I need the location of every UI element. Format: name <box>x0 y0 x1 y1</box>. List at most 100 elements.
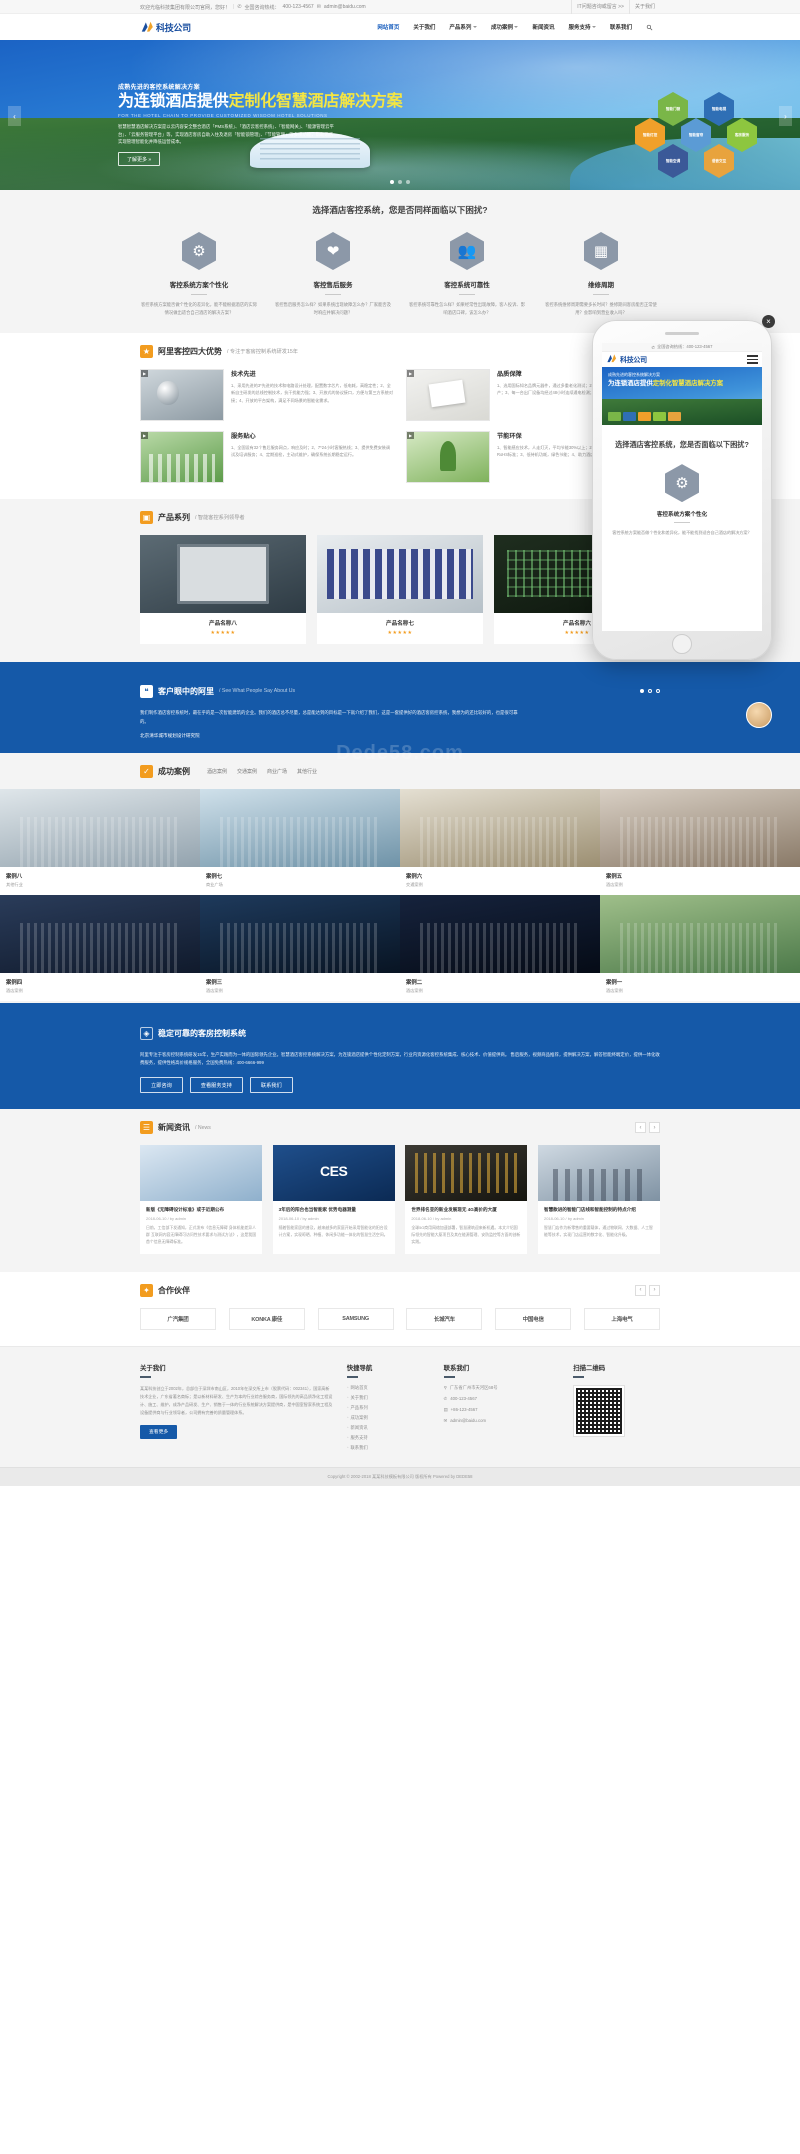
close-icon[interactable]: × <box>762 315 775 328</box>
case-title: 案例八 <box>6 873 23 880</box>
case-card[interactable]: 案例二 酒店案例 <box>400 894 600 1001</box>
hero-dot[interactable] <box>398 180 402 184</box>
news-card[interactable]: 新版《无障碍设计标准》或于近期公布 2018-06-10 / by admin … <box>140 1145 262 1254</box>
news-card[interactable]: 3年后的阳台也当智能家 优势电器测量 2018-06-10 / by admin… <box>272 1145 395 1254</box>
gears-icon: ⚙ <box>665 464 699 503</box>
case-card[interactable]: 案例七 商业广场 <box>200 788 400 895</box>
hero-dot[interactable] <box>406 180 410 184</box>
hero-cta-button[interactable]: 了解更多 » <box>118 152 161 167</box>
footer-nav-item[interactable]: ◦ 网站首页 <box>347 1385 430 1391</box>
play-badge[interactable]: ▶ <box>407 431 415 439</box>
nav-item-home[interactable]: 网站首页 <box>370 23 406 31</box>
news-card[interactable]: 世界排名亚的新业发展现无 4G高价的大厦 2018-06-10 / by adm… <box>405 1145 528 1254</box>
news-next-button[interactable]: › <box>649 1122 660 1134</box>
advantage-desc: 1、采用先进的3*先进的技术和电路设计处理，配置数字芯片，低电耗，高稳定性；2、… <box>231 382 393 403</box>
footer-fax: +86-123-4567 <box>450 1407 478 1413</box>
case-tab-other[interactable]: 其他行业 <box>297 768 317 775</box>
case-card[interactable]: 案例三 酒店案例 <box>200 894 400 1001</box>
nav-item-about[interactable]: 关于我们 <box>406 23 442 31</box>
case-card[interactable]: 案例五 酒店案例 <box>600 788 800 895</box>
news-date: 2018-06-10 / by admin <box>411 1216 452 1222</box>
phone-home-button[interactable] <box>672 634 692 654</box>
testimonial-dot[interactable] <box>648 689 652 694</box>
hex-tile[interactable]: 客房服务 <box>727 118 757 152</box>
testimonial-dot[interactable] <box>640 689 644 694</box>
cta-support-button[interactable]: 查看服务支持 <box>189 1077 243 1094</box>
hero-banner: 成熟先进的客控系统解决方案 为连锁酒店提供定制化智慧酒店解决方案 FOR THE… <box>0 40 800 190</box>
search-icon[interactable] <box>639 24 660 31</box>
partner-logo[interactable]: 长城汽车 <box>406 1307 483 1330</box>
play-badge[interactable]: ▶ <box>141 369 149 377</box>
bullet-icon: ◦ <box>346 1424 349 1431</box>
case-card[interactable]: 案例一 酒店案例 <box>600 894 800 1001</box>
case-tab-mall[interactable]: 商业广场 <box>267 768 287 775</box>
nav-label: 成功案例 <box>490 25 513 31</box>
hex-tile[interactable]: 智能门锁 <box>658 92 688 126</box>
play-badge[interactable]: ▶ <box>141 431 149 439</box>
play-badge[interactable]: ▶ <box>407 369 415 377</box>
hex-tile[interactable]: 智能灯控 <box>635 118 665 152</box>
topbar-divider: | <box>233 4 235 10</box>
nav-item-news[interactable]: 新闻资讯 <box>525 23 561 31</box>
footer-nav-item[interactable]: ◦ 成功案例 <box>347 1415 430 1421</box>
divider <box>593 294 609 295</box>
phone-tile <box>608 412 621 421</box>
case-category: 其他行业 <box>6 881 23 887</box>
footer-email[interactable]: admin@baidu.com <box>450 1418 486 1423</box>
case-tab-transport[interactable]: 交通案例 <box>237 768 257 775</box>
topbar-link-inquiry[interactable]: IT问题咨询或留言 >> <box>571 0 629 14</box>
footer-more-button[interactable]: 查看更多 <box>140 1424 178 1439</box>
footer-nav-item[interactable]: ◦ 联系我们 <box>347 1445 430 1451</box>
hex-tile[interactable]: 智能电视 <box>704 92 734 126</box>
case-card[interactable]: 案例四 酒店案例 <box>0 894 200 1001</box>
nav-item-support[interactable]: 服务支持 <box>561 23 603 31</box>
nav-item-cases[interactable]: 成功案例 <box>484 23 526 31</box>
divider <box>191 294 207 295</box>
partner-logo[interactable]: 广汽集团 <box>140 1307 216 1330</box>
case-photo <box>600 894 800 973</box>
rating-stars: ★★★★★ <box>387 629 413 636</box>
topbar-phone-number[interactable]: 400-123-4567 <box>283 4 314 10</box>
hamburger-icon[interactable] <box>747 355 758 364</box>
partner-logo[interactable]: KONKA 康佳 <box>228 1307 305 1330</box>
site-footer: 关于我们 某某科技创立于2002年，总部位于深圳市南山区，2010年在深交所上市… <box>0 1345 800 1467</box>
logo[interactable]: 科技公司 <box>140 20 191 34</box>
cta-consult-button[interactable]: 立即咨询 <box>140 1077 183 1094</box>
partners-pager: ‹ › <box>635 1284 660 1296</box>
cta-contact-button[interactable]: 联系我们 <box>249 1077 293 1094</box>
footer-nav-item[interactable]: ◦ 服务支持 <box>347 1435 430 1441</box>
hex-tile[interactable]: 智能空调 <box>658 144 688 178</box>
case-card[interactable]: 案例八 其他行业 <box>0 788 200 895</box>
phone-hero-title-a: 为连锁酒店提供 <box>608 380 653 387</box>
news-prev-button[interactable]: ‹ <box>635 1122 646 1134</box>
news-card[interactable]: 智慧款进的智能门店线和智能控制的特点介绍 2018-06-10 / by adm… <box>537 1145 660 1254</box>
hex-tile[interactable]: 智能窗帘 <box>681 118 711 152</box>
nav-item-contact[interactable]: 联系我们 <box>603 23 639 31</box>
footer-nav-item[interactable]: ◦ 关于我们 <box>347 1395 430 1401</box>
partners-prev-button[interactable]: ‹ <box>635 1284 646 1296</box>
footer-phone[interactable]: 400-123-4567 <box>450 1396 477 1401</box>
product-card[interactable]: 产品名称八 ★★★★★ <box>140 534 306 644</box>
nav-item-products[interactable]: 产品系列 <box>442 23 484 31</box>
bullet-icon: ◦ <box>346 1434 349 1441</box>
partner-logo[interactable]: 中国电信 <box>495 1307 572 1330</box>
hero-dot[interactable] <box>390 180 394 184</box>
hero-prev-button[interactable]: ‹ <box>8 106 21 126</box>
cases-section: ✓ 成功案例 酒店案例 交通案例 商业广场 其他行业 案例八 其他行业 案例七 商业… <box>0 752 800 1003</box>
testimonial-dot[interactable] <box>656 689 660 694</box>
bullet-icon: ◦ <box>346 1404 349 1411</box>
partner-logo[interactable]: 上海电气 <box>583 1307 660 1330</box>
partners-next-button[interactable]: › <box>649 1284 660 1296</box>
hex-tile[interactable]: 语音交互 <box>704 144 734 178</box>
product-card[interactable]: 产品名称七 ★★★★★ <box>317 534 483 644</box>
topbar-link-about[interactable]: 关于我们 <box>628 0 660 14</box>
pain-title: 客控售后服务 <box>313 282 353 289</box>
footer-nav-item[interactable]: ◦ 产品系列 <box>347 1405 430 1411</box>
partner-logo[interactable]: SAMSUNG <box>317 1307 394 1330</box>
hero-next-button[interactable]: › <box>779 106 792 126</box>
case-tab-hotel[interactable]: 酒店案例 <box>207 768 227 775</box>
footer-nav-item[interactable]: ◦ 新闻资讯 <box>347 1425 430 1431</box>
case-photo <box>400 894 600 973</box>
topbar-email[interactable]: admin@baidu.com <box>324 4 366 10</box>
case-card[interactable]: 案例六 交通案例 <box>400 788 600 895</box>
